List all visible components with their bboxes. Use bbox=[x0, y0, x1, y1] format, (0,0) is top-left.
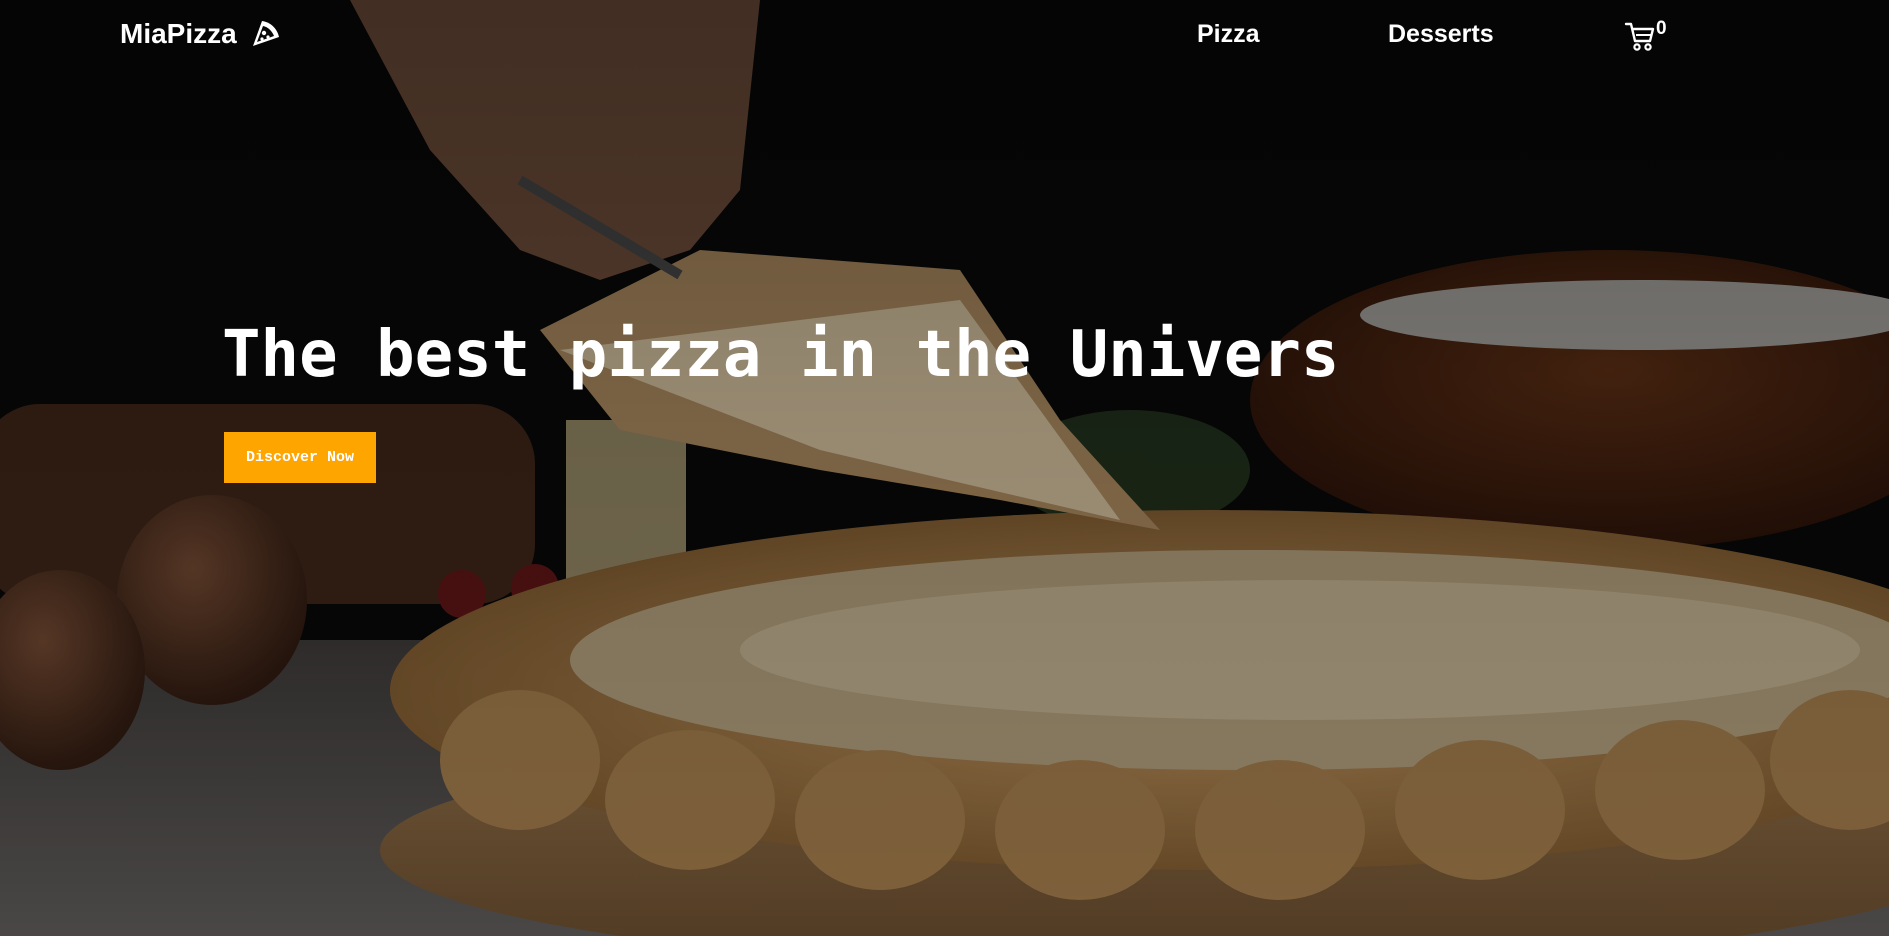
discover-now-button[interactable]: Discover Now bbox=[224, 432, 376, 483]
hero-section: The best pizza in the Univers Discover N… bbox=[0, 0, 1889, 936]
shopping-cart-icon bbox=[1624, 20, 1656, 52]
hero-title: The best pizza in the Univers bbox=[222, 318, 1340, 392]
pizza-slice-icon bbox=[249, 18, 281, 50]
cart-count-badge: 0 bbox=[1656, 18, 1667, 39]
nav-link-pizza[interactable]: Pizza bbox=[1197, 20, 1260, 49]
nav-link-desserts[interactable]: Desserts bbox=[1388, 20, 1494, 49]
brand-logo[interactable]: MiaPizza bbox=[120, 18, 281, 50]
cart-button[interactable]: 0 bbox=[1624, 18, 1672, 52]
brand-name: MiaPizza bbox=[120, 18, 237, 49]
top-nav: MiaPizza Pizza Desserts 0 bbox=[0, 0, 1889, 70]
